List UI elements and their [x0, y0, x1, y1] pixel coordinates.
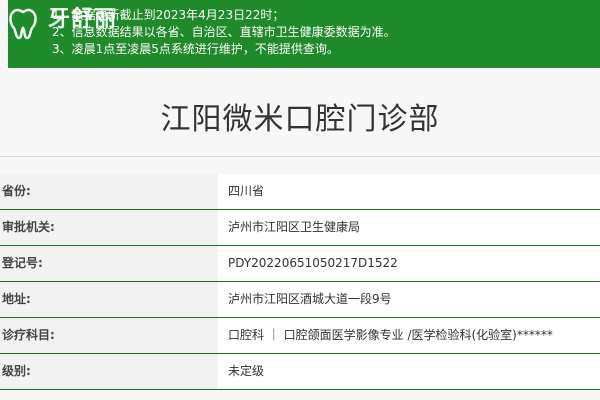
site-logo[interactable]: 牙舒丽 — [0, 2, 130, 40]
row-value: PDY20220651050217D1522 — [228, 256, 398, 270]
row-label: 审批机关: — [2, 220, 55, 234]
tooth-icon — [9, 8, 37, 40]
info-row-level: 级别: 未定级 — [0, 354, 600, 390]
row-value: 口腔科 ｜ 口腔颌面医学影像专业 /医学检验科(化验室)****** — [228, 328, 553, 342]
row-label: 地址: — [2, 292, 31, 306]
row-label: 省份: — [2, 184, 31, 198]
info-row-registration: 登记号: PDY20220651050217D1522 — [0, 246, 600, 282]
row-value: 四川省 — [228, 184, 265, 198]
row-value: 泸州市江阳区酒城大道一段9号 — [228, 292, 392, 306]
row-label: 登记号: — [2, 256, 43, 270]
title-divider — [0, 156, 600, 157]
page-title: 江阳微米口腔门诊部 — [160, 102, 440, 137]
row-value: 泸州市江阳区卫生健康局 — [228, 220, 361, 234]
logo-text: 牙舒丽 — [48, 6, 118, 32]
info-row-departments: 诊疗科目: 口腔科 ｜ 口腔颌面医学影像专业 /医学检验科(化验室)****** — [0, 318, 600, 354]
row-value: 未定级 — [228, 364, 265, 378]
info-row-province: 省份: 四川省 — [0, 174, 600, 210]
page: 1、数据更新截止到2023年4月23日22时； 2、信息数据结果以各省、自治区、… — [0, 0, 600, 400]
row-label: 级别: — [2, 364, 31, 378]
info-row-address: 地址: 泸州市江阳区酒城大道一段9号 — [0, 282, 600, 318]
clinic-info-table: 省份: 四川省 审批机关: 泸州市江阳区卫生健康局 登记号: PDY202206… — [0, 174, 600, 390]
title-area: 江阳微米口腔门诊部 — [0, 68, 600, 158]
info-row-authority: 审批机关: 泸州市江阳区卫生健康局 — [0, 210, 600, 246]
notice-line: 3、凌晨1点至凌晨5点系统进行维护，不能提供查询。 — [52, 42, 339, 56]
row-label: 诊疗科目: — [2, 328, 55, 342]
